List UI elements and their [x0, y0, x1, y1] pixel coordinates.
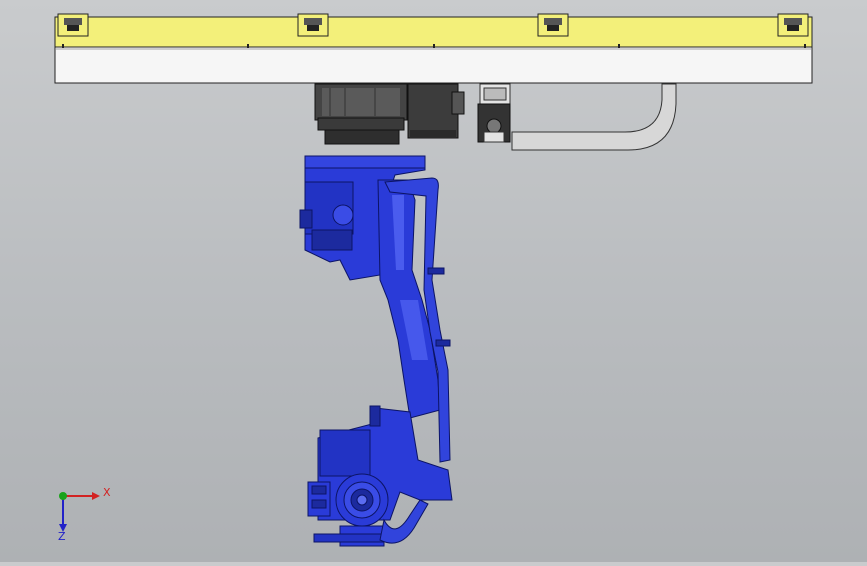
overhead-rail — [54, 13, 813, 84]
robot-base — [314, 83, 408, 145]
robot-arm — [299, 155, 453, 547]
x-axis-label: X — [103, 486, 111, 499]
cad-3d-viewport[interactable]: X Z — [0, 0, 867, 562]
cable-duct — [511, 83, 677, 151]
z-axis-label: Z — [58, 530, 66, 543]
travel-motor — [407, 83, 465, 139]
cable-connector — [477, 83, 511, 143]
robot-model-scene — [54, 13, 813, 547]
coordinate-triad: X Z — [48, 484, 118, 544]
